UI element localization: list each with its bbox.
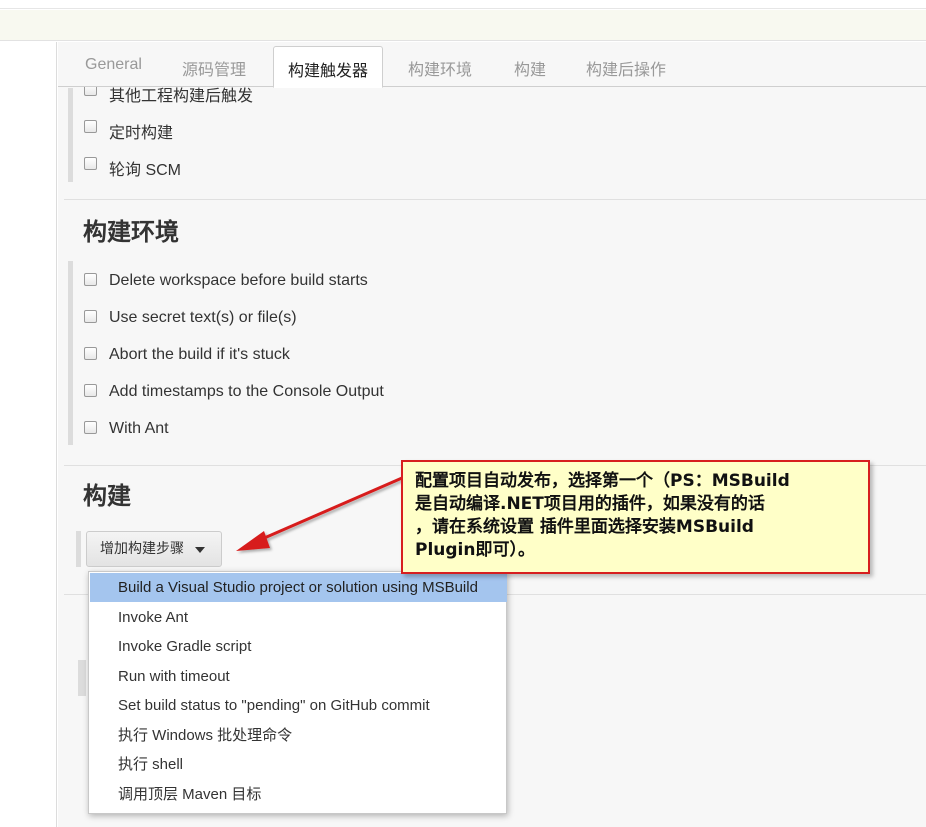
callout-line: ，请在系统设置 插件里面选择安装MSBuild: [415, 517, 754, 537]
menu-item-github-pending-status[interactable]: Set build status to "pending" on GitHub …: [90, 691, 507, 720]
checkbox[interactable]: [84, 310, 97, 323]
checkbox[interactable]: [84, 347, 97, 360]
left-sidebar: [0, 42, 57, 827]
menu-item-maven-targets[interactable]: 调用顶层 Maven 目标: [90, 780, 507, 809]
add-build-step-button[interactable]: 增加构建步骤: [86, 531, 222, 567]
checkbox-label: With Ant: [109, 420, 169, 437]
checkbox[interactable]: [84, 120, 97, 133]
menu-item-msbuild[interactable]: Build a Visual Studio project or solutio…: [90, 573, 507, 602]
config-tab-bar: General 源码管理 构建触发器 构建环境 构建 构建后操作: [58, 42, 926, 88]
annotation-callout: 配置项目自动发布，选择第一个（PS：MSBuild 是自动编译.NET项目用的插…: [401, 460, 870, 574]
triggers-section-bar: [68, 88, 73, 182]
menu-item-invoke-gradle[interactable]: Invoke Gradle script: [90, 632, 507, 661]
tab-source-code-management[interactable]: 源码管理: [182, 56, 246, 80]
build-environment-title: 构建环境: [83, 219, 179, 246]
build-env-section-bar: [68, 261, 73, 445]
checkbox-label: Abort the build if it's stuck: [109, 346, 290, 363]
checkbox-label: Delete workspace before build starts: [109, 272, 368, 289]
checkbox-label: 定时构建: [109, 125, 174, 142]
callout-line: 是自动编译.NET项目用的插件，如果没有的话: [415, 494, 765, 514]
build-section-title: 构建: [83, 483, 131, 510]
top-header-bar: [0, 10, 926, 41]
menu-item-windows-batch[interactable]: 执行 Windows 批处理命令: [90, 721, 507, 750]
top-border: [0, 0, 926, 9]
tab-general[interactable]: General: [85, 56, 142, 74]
build-step-bar: [76, 531, 81, 567]
build-step-dropdown-menu: Build a Visual Studio project or solutio…: [88, 571, 507, 814]
tab-build[interactable]: 构建: [514, 56, 546, 80]
checkbox-label: Add timestamps to the Console Output: [109, 383, 384, 400]
checkbox-label: Use secret text(s) or file(s): [109, 309, 297, 326]
tab-build-environment[interactable]: 构建环境: [408, 56, 472, 80]
tab-build-triggers[interactable]: 构建触发器: [273, 46, 384, 88]
callout-line: Plugin即可）。: [415, 540, 535, 560]
menu-item-execute-shell[interactable]: 执行 shell: [90, 750, 507, 779]
checkbox[interactable]: [84, 157, 97, 170]
section-divider: [64, 199, 926, 200]
caret-down-icon: [195, 547, 205, 553]
checkbox-label: 轮询 SCM: [109, 162, 182, 179]
checkbox[interactable]: [84, 273, 97, 286]
checkbox[interactable]: [84, 384, 97, 397]
tab-post-build-actions[interactable]: 构建后操作: [586, 56, 666, 80]
hidden-section-bar: [78, 660, 86, 696]
checkbox[interactable]: [84, 421, 97, 434]
menu-item-invoke-ant[interactable]: Invoke Ant: [90, 603, 507, 632]
callout-line: 配置项目自动发布，选择第一个（PS：MSBuild: [415, 471, 790, 491]
menu-item-run-with-timeout[interactable]: Run with timeout: [90, 662, 507, 691]
add-build-step-label: 增加构建步骤: [100, 541, 184, 557]
